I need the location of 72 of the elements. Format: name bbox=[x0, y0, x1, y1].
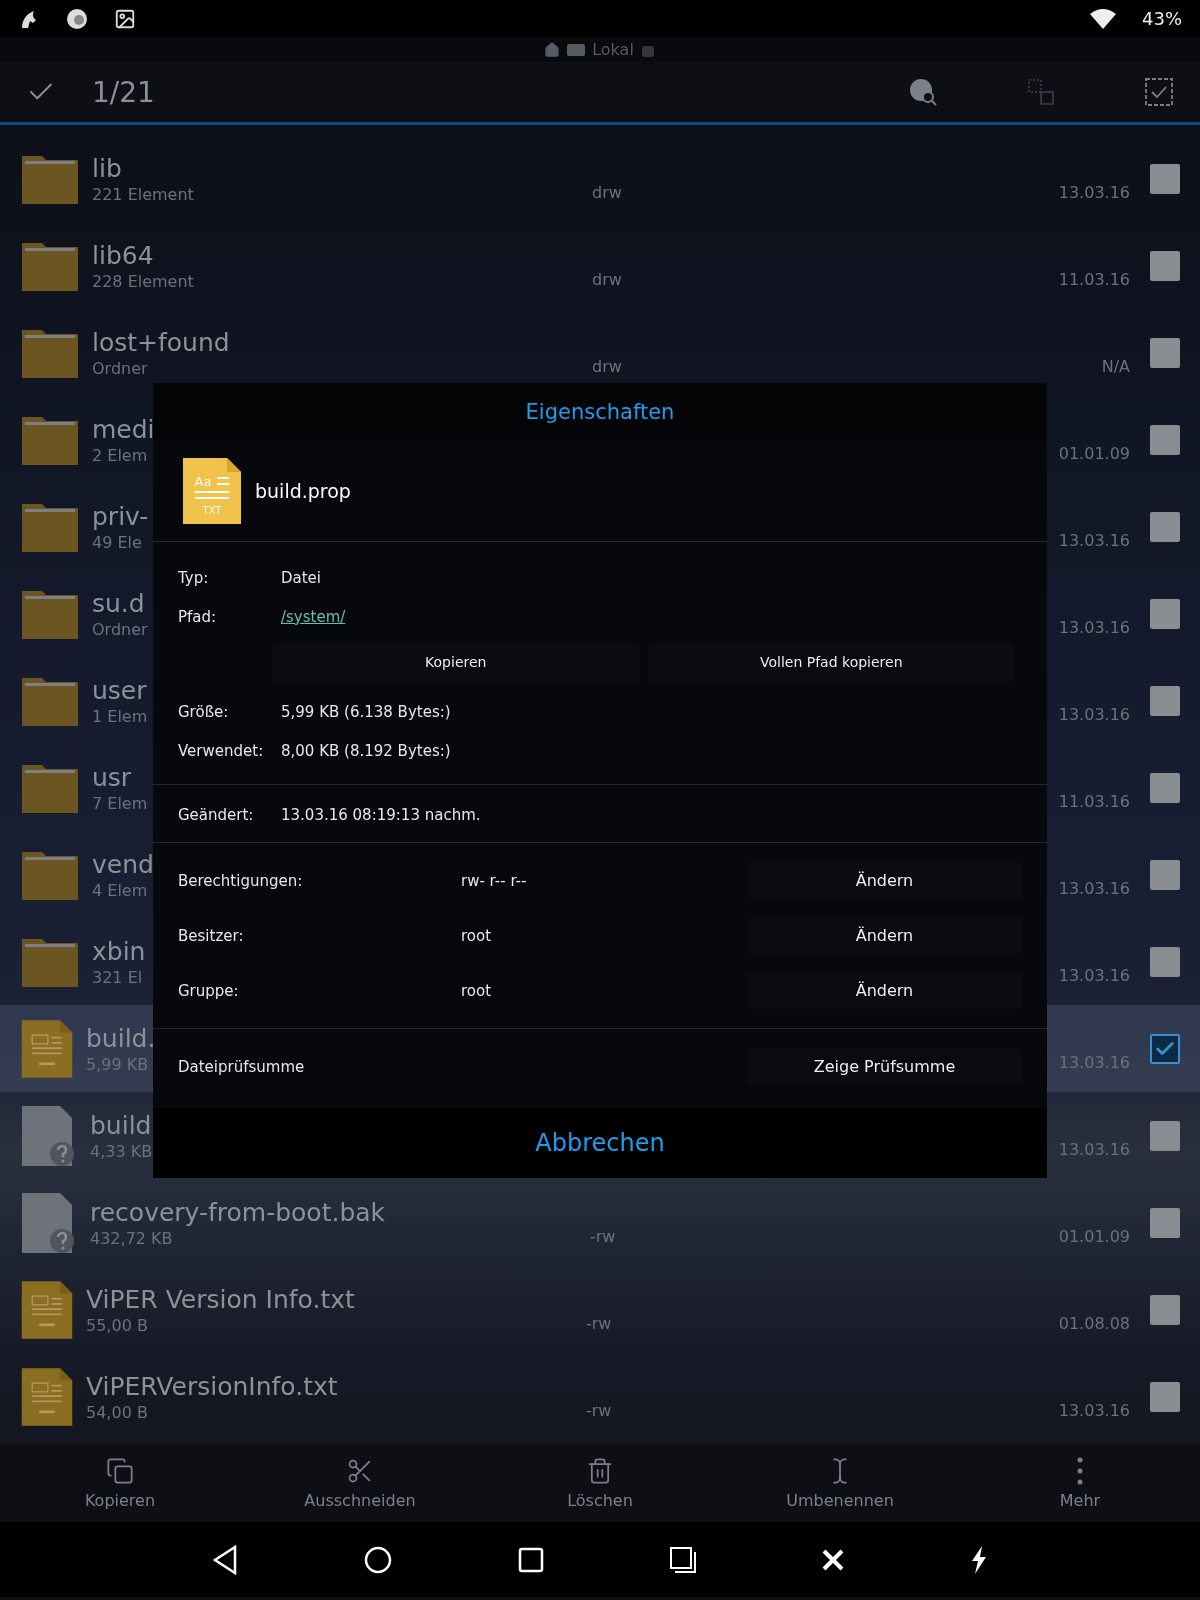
field-value: 8,00 KB (8.192 Bytes:) bbox=[281, 741, 452, 760]
field-value: rw- r-- r-- bbox=[461, 871, 528, 890]
file-date: 13.03.16 bbox=[1057, 1053, 1130, 1072]
file-date: 13.03.16 bbox=[1057, 1401, 1130, 1420]
field-label: Typ: bbox=[178, 568, 210, 587]
selection-count: 1/21 bbox=[92, 75, 156, 109]
file-info: 2 Elem bbox=[92, 445, 148, 465]
file-date: 11.03.16 bbox=[1057, 792, 1130, 811]
file-info: 54,00 B bbox=[86, 1402, 148, 1422]
file-permissions: drw bbox=[592, 270, 622, 289]
file-permissions: -rw bbox=[586, 1401, 612, 1420]
file-name: user bbox=[92, 675, 147, 705]
file-info: 4 Elem bbox=[92, 880, 148, 900]
field-label: Besitzer: bbox=[178, 926, 245, 945]
field-value: root bbox=[461, 981, 493, 1000]
field-label: Gruppe: bbox=[178, 981, 240, 1000]
file-name: xbin bbox=[92, 936, 146, 966]
file-date: 11.03.16 bbox=[1057, 270, 1130, 289]
field-value: Datei bbox=[281, 568, 323, 587]
field-label: Berechtigungen: bbox=[178, 871, 304, 890]
field-label: Verwendet: bbox=[178, 741, 265, 760]
file-name: ViPER Version Info.txt bbox=[86, 1284, 355, 1314]
file-info: 1 Elem bbox=[92, 706, 148, 726]
file-date: 01.01.09 bbox=[1057, 1227, 1130, 1246]
field-value: 13.03.16 08:19:13 nachm. bbox=[281, 805, 482, 824]
file-info: 55,00 B bbox=[86, 1315, 148, 1335]
file-date: 13.03.16 bbox=[1057, 618, 1130, 637]
field-value: 5,99 KB (6.138 Bytes:) bbox=[281, 702, 452, 721]
field-label: Pfad: bbox=[178, 607, 218, 626]
file-name: build bbox=[90, 1110, 152, 1140]
file-info: 7 Elem bbox=[92, 793, 148, 813]
file-date: 13.03.16 bbox=[1057, 879, 1130, 898]
file-date: N/A bbox=[1100, 357, 1130, 376]
dialog-title: Eigenschaften bbox=[153, 383, 1047, 441]
file-name: build. bbox=[86, 1023, 156, 1053]
file-info: Ordner bbox=[92, 619, 148, 639]
file-name: build.prop bbox=[255, 480, 351, 502]
file-date: 13.03.16 bbox=[1057, 183, 1130, 202]
file-permissions: drw bbox=[592, 357, 622, 376]
file-info: 221 Element bbox=[92, 184, 194, 204]
text-file-icon: Aa TXT bbox=[181, 456, 243, 526]
file-date: 01.01.09 bbox=[1057, 444, 1130, 463]
file-name: lib64 bbox=[92, 240, 154, 270]
file-name: ViPERVersionInfo.txt bbox=[86, 1371, 338, 1401]
file-date: 01.08.08 bbox=[1057, 1314, 1130, 1333]
file-date: 13.03.16 bbox=[1057, 1140, 1130, 1159]
file-name: usr bbox=[92, 762, 132, 792]
file-date: 13.03.16 bbox=[1057, 531, 1130, 550]
file-name: recovery-from-boot.bak bbox=[90, 1197, 386, 1227]
file-permissions: drw bbox=[592, 183, 622, 202]
battery-level: 43% bbox=[1142, 8, 1182, 29]
file-name: medi bbox=[92, 414, 155, 444]
field-label: Dateiprüfsumme bbox=[178, 1057, 306, 1076]
field-label: Geändert: bbox=[178, 805, 255, 824]
field-value: root bbox=[461, 926, 493, 945]
file-info: 228 Element bbox=[92, 271, 194, 291]
file-name: priv- bbox=[92, 501, 149, 531]
file-info: Ordner bbox=[92, 358, 148, 378]
file-permissions: -rw bbox=[590, 1227, 616, 1246]
file-info: 4,33 KB bbox=[90, 1141, 153, 1161]
file-date: 13.03.16 bbox=[1057, 966, 1130, 985]
field-label: Größe: bbox=[178, 702, 230, 721]
file-name: lib bbox=[92, 153, 122, 183]
file-date: 13.03.16 bbox=[1057, 705, 1130, 724]
file-info: 49 Ele bbox=[92, 532, 142, 552]
file-permissions: -rw bbox=[586, 1314, 612, 1333]
file-name: su.d bbox=[92, 588, 145, 618]
file-info: 5,99 KB bbox=[86, 1054, 149, 1074]
file-name: vend bbox=[92, 849, 154, 879]
file-name: lost+found bbox=[92, 327, 230, 357]
file-info: 432,72 KB bbox=[90, 1228, 173, 1248]
file-info: 321 El bbox=[92, 967, 143, 987]
